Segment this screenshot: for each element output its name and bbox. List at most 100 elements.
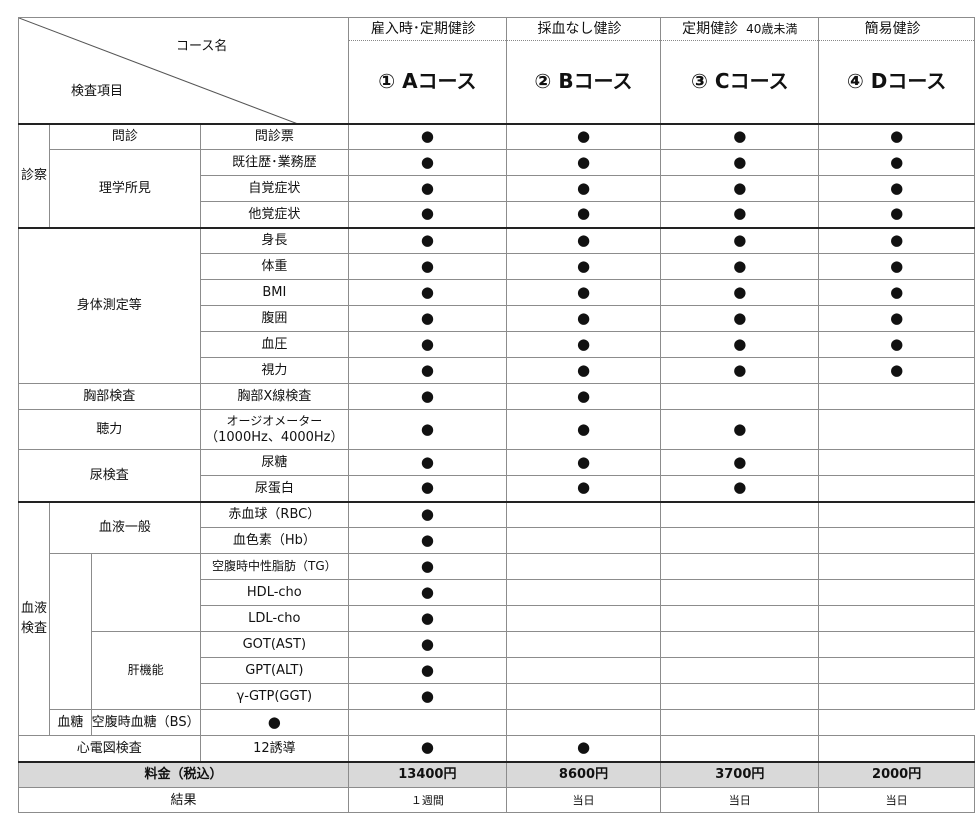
mark-cell: ● [505,279,662,306]
checkup-course-table-container: コース名 検査項目 雇入時･定期健診 ① Aコース 採血なし健診 ② Bコース … [17,17,975,813]
included-mark: ● [420,334,434,353]
mark-cell [505,500,662,528]
mark-cell: ● [348,500,507,528]
included-mark: ● [576,360,591,379]
included-mark: ● [733,334,747,353]
mark-cell: ● [660,175,820,202]
included-mark: ● [733,230,747,249]
item-cell: 尿蛋白 [199,475,350,502]
subgroup-kettou: 血糖 [49,709,92,736]
included-mark: ● [890,178,904,197]
included-mark: ● [420,556,434,575]
mark-cell: ● [505,331,662,358]
mark-cell: ● [818,279,975,306]
mark-cell [660,631,820,658]
included-mark: ● [890,152,904,171]
subgroup-blank-lipid [49,553,92,710]
included-mark: ● [576,178,591,197]
mark-cell [818,579,975,606]
group-choryoku: 聴力 [18,409,201,450]
included-mark: ● [733,256,747,275]
mark-cell: ● [505,735,662,762]
mark-cell [505,579,662,606]
mark-cell: ● [660,253,820,280]
table-row: 心電図検査 12誘導 ● ● [18,735,975,762]
mark-cell [818,383,975,410]
included-mark: ● [576,126,591,145]
mark-cell: ● [505,175,662,202]
mark-cell: ● [348,409,507,450]
mark-cell: ● [818,175,975,202]
included-mark: ● [733,178,747,197]
price-course-b: 8600円 [505,760,662,788]
mark-cell: ● [348,683,507,710]
course-d-subtitle: 簡易健診 [819,20,974,41]
mark-cell: ● [660,475,820,502]
mark-cell: ● [348,175,507,202]
mark-cell: ● [505,253,662,280]
mark-cell: ● [348,122,507,150]
mark-cell [818,735,975,762]
mark-cell: ● [348,475,507,502]
included-mark: ● [420,230,434,249]
included-mark: ● [420,178,434,197]
included-mark: ● [576,204,591,223]
mark-cell: ● [348,605,507,632]
mark-cell: ● [505,226,662,254]
table-row: 胸部検査 胸部X線検査 ● ● [18,383,975,410]
course-a-subtitle: 雇入時･定期健診 [349,20,506,41]
mark-cell: ● [348,149,507,176]
included-mark: ● [576,738,591,757]
item-cell: 体重 [199,253,350,280]
mark-cell: ● [505,475,662,502]
included-mark: ● [733,282,747,301]
item-cell: HDL-cho [199,579,350,606]
mark-cell: ● [660,122,820,150]
table-row: 診察 問診 問診票 ● ● ● ● [17,122,975,228]
course-a-title: ① Aコース [378,68,477,93]
group-shintai: 身体測定等 [18,226,201,384]
mark-cell [818,631,975,658]
result-label: 結果 [17,787,350,813]
included-mark: ● [420,634,434,653]
mark-cell: ● [818,122,975,150]
mark-cell: ● [505,357,662,384]
subgroup-kankinou: 肝機能 [90,631,201,710]
mark-cell [505,709,662,736]
mark-cell: ● [818,331,975,358]
mark-cell: ● [660,226,820,254]
included-mark: ● [420,204,434,223]
mark-cell: ● [660,149,820,176]
included-mark: ● [890,126,904,145]
mark-cell [660,527,820,554]
mark-cell [818,500,975,528]
course-d-title: ④ Dコース [846,68,947,93]
subgroup-rigaku: 理学所見 [49,149,201,228]
mark-cell [660,579,820,606]
mark-cell [505,657,662,684]
table-row: 空腹時中性脂肪（TG） ● [19,553,975,710]
mark-cell: ● [660,279,820,306]
item-cell: 胸部X線検査 [199,383,350,410]
included-mark: ● [733,152,747,171]
included-mark: ● [420,608,434,627]
included-mark: ● [420,686,434,705]
mark-cell: ● [818,357,975,384]
included-mark: ● [420,660,434,679]
mark-cell: ● [348,631,507,658]
table-row: 血液検査 血液一般 赤血球（RBC） ● [17,500,975,736]
included-mark: ● [420,419,434,438]
price-row: 料金（税込） 13400円 8600円 3700円 2000円 [17,760,975,788]
included-mark: ● [420,478,434,497]
item-cell: 赤血球（RBC） [199,500,350,528]
mark-cell: ● [348,279,507,306]
included-mark: ● [420,282,434,301]
item-cell: 視力 [199,357,350,384]
mark-cell [348,709,507,736]
mark-cell: ● [348,657,507,684]
table-row: 聴力 オージオメーター （1000Hz、4000Hz） ● ● ● [18,409,975,450]
item-cell: 問診票 [199,122,350,150]
mark-cell: ● [660,449,820,476]
included-mark: ● [576,452,591,471]
included-mark: ● [733,126,747,145]
